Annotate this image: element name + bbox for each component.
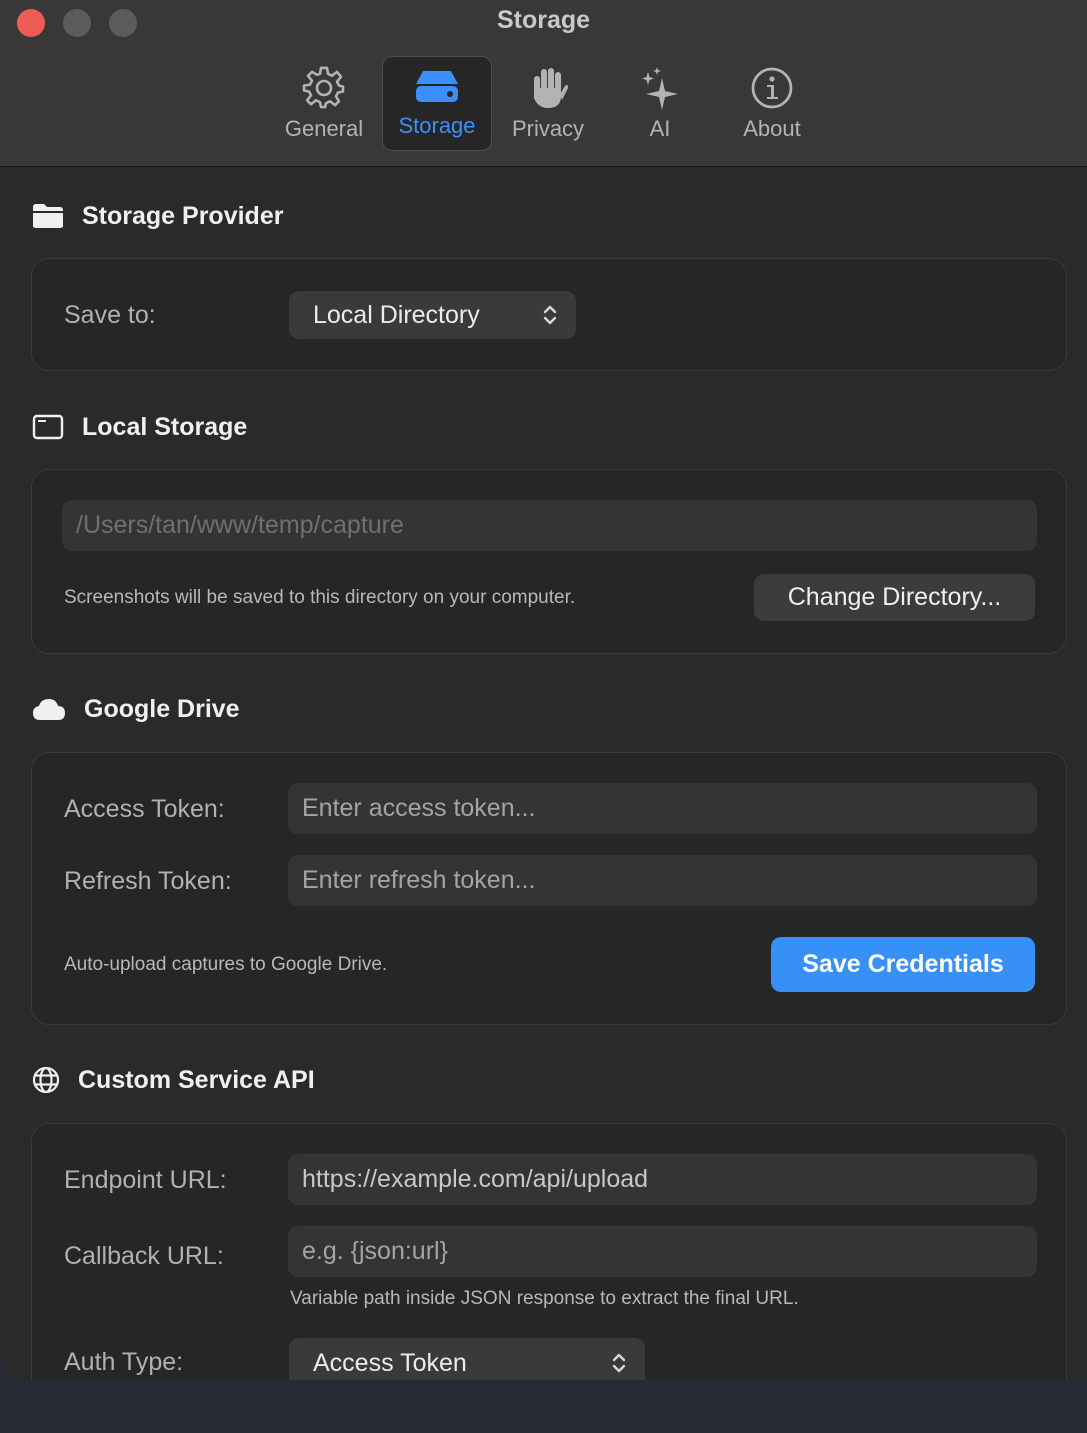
save-credentials-button[interactable]: Save Credentials <box>771 937 1035 992</box>
google-drive-description: Auto-upload captures to Google Drive. <box>64 954 388 975</box>
refresh-token-field[interactable]: Enter refresh token... <box>288 855 1037 906</box>
tab-storage-label: Storage <box>398 113 476 138</box>
settings-window: Storage General Storage Privacy AI About… <box>0 0 1087 1380</box>
callback-url-hint: Variable path inside JSON response to ex… <box>290 1288 799 1309</box>
info-icon <box>751 67 793 109</box>
access-token-label: Access Token: <box>64 795 225 823</box>
access-token-field[interactable]: Enter access token... <box>288 783 1037 834</box>
tab-ai[interactable]: AI <box>606 56 714 149</box>
window-icon <box>32 414 64 440</box>
tab-ai-label: AI <box>649 116 671 141</box>
local-storage-card: /Users/tan/www/temp/capture Screenshots … <box>31 469 1067 654</box>
section-storage-provider: Storage Provider <box>32 198 283 234</box>
sparkles-icon <box>642 67 678 110</box>
section-local-storage: Local Storage <box>32 409 247 445</box>
google-drive-heading: Google Drive <box>84 694 240 723</box>
gear-icon <box>302 66 345 109</box>
cloud-icon <box>33 699 65 720</box>
storage-provider-heading: Storage Provider <box>82 201 284 230</box>
hand-icon <box>534 68 568 108</box>
auth-type-select[interactable]: Access Token <box>289 1338 645 1380</box>
save-to-label: Save to: <box>64 301 156 329</box>
save-to-select[interactable]: Local Directory <box>289 291 576 339</box>
tab-general[interactable]: General <box>270 56 378 149</box>
globe-icon <box>32 1066 60 1094</box>
local-storage-heading: Local Storage <box>82 412 248 441</box>
change-directory-button[interactable]: Change Directory... <box>754 574 1035 621</box>
auth-type-value: Access Token <box>313 1348 467 1377</box>
save-to-value: Local Directory <box>313 300 480 329</box>
local-storage-description: Screenshots will be saved to this direct… <box>64 587 576 608</box>
tab-general-label: General <box>284 116 364 141</box>
tab-storage[interactable]: Storage <box>382 56 492 151</box>
refresh-token-label: Refresh Token: <box>64 867 232 895</box>
titlebar: Storage General Storage Privacy AI About <box>0 0 1087 167</box>
custom-api-heading: Custom Service API <box>78 1065 315 1094</box>
chevron-updown-icon <box>543 305 557 325</box>
endpoint-url-label: Endpoint URL: <box>64 1166 227 1194</box>
directory-path-field[interactable]: /Users/tan/www/temp/capture <box>62 500 1037 551</box>
custom-api-card: Endpoint URL: https://example.com/api/up… <box>31 1123 1067 1380</box>
drive-icon <box>416 71 458 102</box>
tab-privacy[interactable]: Privacy <box>494 56 602 149</box>
tab-privacy-label: Privacy <box>511 116 585 141</box>
google-drive-card: Access Token: Enter access token... Refr… <box>31 752 1067 1025</box>
tab-about-label: About <box>743 116 801 141</box>
callback-url-field[interactable]: e.g. {json:url} <box>288 1226 1037 1277</box>
storage-provider-card: Save to: Local Directory <box>31 258 1067 371</box>
window-title: Storage <box>496 6 591 34</box>
section-custom-api: Custom Service API <box>32 1062 315 1098</box>
callback-url-label: Callback URL: <box>64 1242 224 1270</box>
auth-type-label: Auth Type: <box>64 1348 184 1376</box>
chevron-updown-icon <box>612 1353 626 1373</box>
endpoint-url-field[interactable]: https://example.com/api/upload <box>288 1154 1037 1205</box>
folder-icon <box>33 204 63 228</box>
section-google-drive: Google Drive <box>32 691 240 727</box>
tab-about[interactable]: About <box>718 56 826 149</box>
